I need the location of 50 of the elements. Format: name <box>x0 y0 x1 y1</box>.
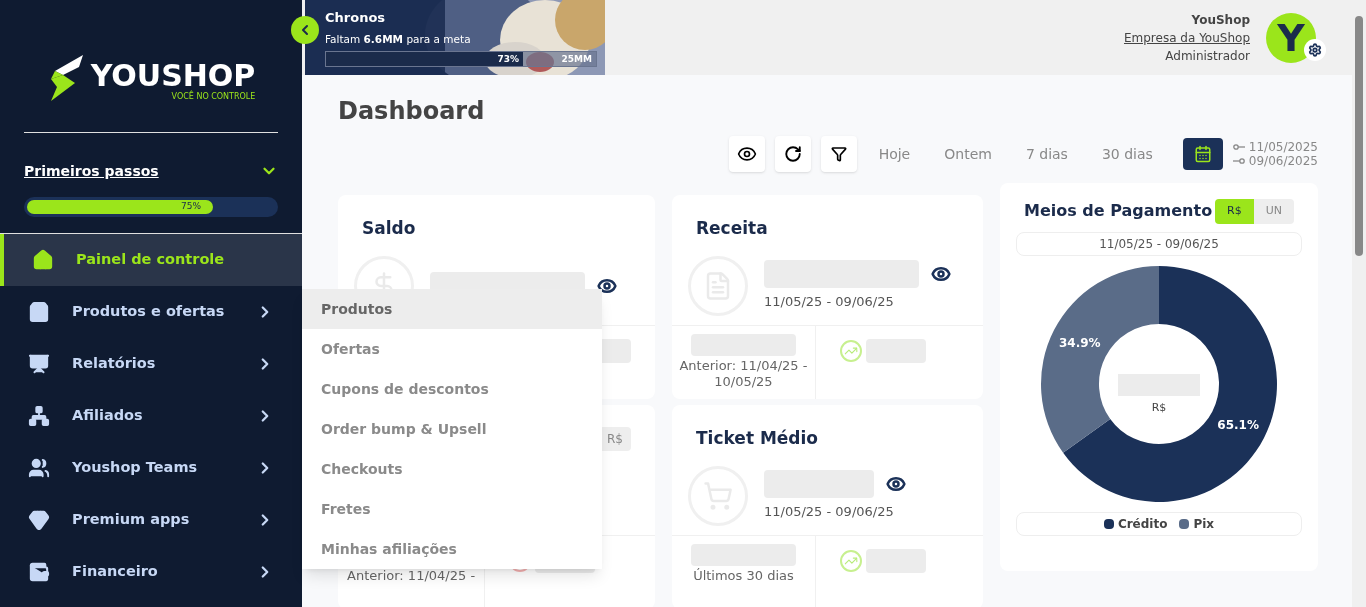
card-title: Ticket Médio <box>696 427 819 451</box>
user-avatar[interactable]: Y <box>1266 12 1316 63</box>
unit-toggle[interactable]: UN <box>1253 199 1294 224</box>
sidebar-item[interactable]: Painel de controle <box>0 234 302 286</box>
card-title: Saldo <box>362 217 416 241</box>
brand-tagline: VOCÊ NO CONTROLE <box>171 91 256 103</box>
date-range: 11/05/25 - 09/06/25 <box>1016 231 1302 256</box>
sidebar-item[interactable]: Relatórios <box>0 338 302 390</box>
submenu-item[interactable]: Cupons de descontos <box>302 369 602 409</box>
brand-name: YOUSHOP <box>90 61 256 91</box>
sidebar-item[interactable]: Financeiro <box>0 546 302 598</box>
submenu-item[interactable]: Checkouts <box>302 449 602 489</box>
range-tab[interactable]: Ontem <box>932 143 1004 165</box>
slice-label: 65.1% <box>1217 417 1259 432</box>
range-tab[interactable]: 7 dias <box>1013 143 1080 165</box>
submenu-item[interactable]: Minhas afiliações <box>302 529 602 569</box>
company-link[interactable]: Empresa da YouShop <box>1124 28 1250 47</box>
submenu-item[interactable]: Order bump & Upsell <box>302 409 602 449</box>
date-range: 11/05/25 - 09/06/25 <box>764 293 895 312</box>
legend-label: Pix <box>1193 515 1215 533</box>
goal-text: Faltam 6.6MM para a meta <box>325 31 472 47</box>
user-role: Administrador <box>1165 47 1250 65</box>
legend-label: Crédito <box>1117 515 1168 533</box>
user-name: YouShop <box>1191 11 1250 29</box>
unit-toggle[interactable]: R$ <box>1215 199 1254 224</box>
sidebar-item[interactable]: Youshop Teams <box>0 442 302 494</box>
date-to: 09/06/2025 <box>1248 154 1318 168</box>
range-tab[interactable]: 30 dias <box>1089 143 1165 165</box>
date-from: 11/05/2025 <box>1248 140 1318 154</box>
progress-reading: 75% <box>181 200 201 214</box>
previous-period: Anterior: 11/04/25 - 10/05/25 <box>678 358 809 390</box>
banner-title: Chronos <box>325 9 387 27</box>
sidebar-item[interactable]: Produtos e ofertas <box>0 286 302 338</box>
card-title: Meios de Pagamento <box>1024 200 1213 223</box>
sidebar-item[interactable]: Premium apps <box>0 494 302 546</box>
previous-period: Últimos 30 dias <box>692 568 795 584</box>
range-tab[interactable]: Hoje <box>866 143 923 165</box>
goal-target: 25MM <box>561 52 592 66</box>
page-title: Dashboard <box>338 96 486 127</box>
goal-percent: 73% <box>497 52 520 66</box>
card-title: Receita <box>696 217 768 241</box>
slice-label: 34.9% <box>1059 335 1101 350</box>
date-range: 11/05/25 - 09/06/25 <box>764 503 895 522</box>
onboarding-link[interactable]: Primeiros passos <box>24 161 159 181</box>
center-label: R$ <box>1151 399 1167 416</box>
sidebar-item[interactable]: Afiliados <box>0 390 302 442</box>
submenu-item[interactable]: Ofertas <box>302 329 602 369</box>
submenu-item[interactable]: Produtos <box>302 289 602 329</box>
previous-period: Anterior: 11/04/25 - <box>346 568 477 584</box>
submenu-item[interactable]: Fretes <box>302 489 602 529</box>
